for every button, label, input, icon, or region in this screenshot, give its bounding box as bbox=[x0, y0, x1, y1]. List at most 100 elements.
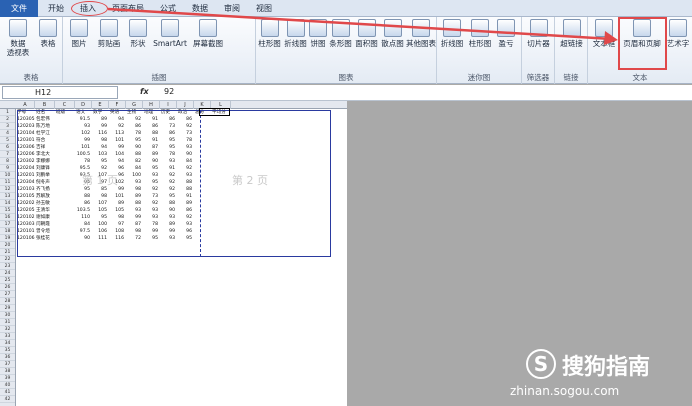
cell[interactable]: 93 bbox=[161, 214, 177, 221]
cell[interactable]: 120201 bbox=[17, 172, 35, 179]
row-header[interactable]: 35 bbox=[0, 347, 15, 354]
row-header[interactable]: 22 bbox=[0, 256, 15, 263]
tab-data[interactable]: 数据 bbox=[192, 3, 208, 14]
row-header[interactable]: 37 bbox=[0, 361, 15, 368]
cell[interactable]: 98 bbox=[93, 193, 109, 200]
cell[interactable]: 120106 bbox=[17, 235, 35, 242]
cell[interactable]: 92 bbox=[110, 123, 126, 130]
row-header[interactable]: 14 bbox=[0, 200, 15, 207]
cell[interactable]: 88 bbox=[161, 200, 177, 207]
row-header[interactable]: 6 bbox=[0, 144, 15, 151]
cell[interactable]: 93 bbox=[127, 179, 143, 186]
row-header[interactable]: 31 bbox=[0, 319, 15, 326]
cell[interactable]: 87 bbox=[144, 144, 160, 151]
row-header[interactable]: 18 bbox=[0, 228, 15, 235]
sparkline-line-button[interactable]: 折线图 bbox=[439, 19, 465, 48]
row-header[interactable]: 41 bbox=[0, 389, 15, 396]
cell[interactable]: 92 bbox=[161, 179, 177, 186]
row-header[interactable]: 38 bbox=[0, 368, 15, 375]
cell[interactable]: 116 bbox=[110, 235, 126, 242]
cell[interactable]: 政治 bbox=[178, 109, 194, 116]
column-chart-button[interactable]: 柱形图 bbox=[257, 19, 282, 48]
cell[interactable]: 82 bbox=[127, 158, 143, 165]
cell[interactable]: 86 bbox=[144, 123, 160, 130]
row-header[interactable]: 4 bbox=[0, 130, 15, 137]
cell[interactable]: 94 bbox=[110, 158, 126, 165]
cell[interactable]: 李娜娜 bbox=[36, 158, 55, 165]
cell[interactable]: 符合 bbox=[36, 137, 55, 144]
cell[interactable]: 84 bbox=[127, 165, 143, 172]
row-header[interactable]: 9 bbox=[0, 165, 15, 172]
row-header[interactable]: 7 bbox=[0, 151, 15, 158]
cell[interactable]: 100.5 bbox=[76, 151, 92, 158]
column-header[interactable]: D bbox=[75, 101, 92, 109]
cell[interactable]: 84 bbox=[178, 158, 194, 165]
cell[interactable]: 吉祥 bbox=[36, 144, 55, 151]
other-charts-button[interactable]: 其他图表 bbox=[406, 19, 436, 48]
cell[interactable]: 78 bbox=[161, 151, 177, 158]
cell[interactable]: 101 bbox=[76, 144, 92, 151]
row-header[interactable]: 33 bbox=[0, 333, 15, 340]
cell[interactable]: 97 bbox=[110, 221, 126, 228]
cell[interactable]: 94 bbox=[110, 116, 126, 123]
cell[interactable]: 98 bbox=[127, 186, 143, 193]
picture-button[interactable]: 图片 bbox=[67, 19, 91, 48]
hyperlink-button[interactable]: 超链接 bbox=[557, 19, 586, 48]
row-header[interactable]: 3 bbox=[0, 123, 15, 130]
row-header[interactable]: 36 bbox=[0, 354, 15, 361]
cell[interactable]: 90 bbox=[127, 144, 143, 151]
tab-view[interactable]: 视图 bbox=[256, 3, 272, 14]
cell[interactable]: 102 bbox=[76, 130, 92, 137]
cell[interactable]: 89 bbox=[178, 200, 194, 207]
cell[interactable]: 86 bbox=[127, 123, 143, 130]
cell[interactable]: 86 bbox=[178, 207, 194, 214]
cell[interactable]: 语文 bbox=[76, 109, 92, 116]
clipart-button[interactable]: 剪贴画 bbox=[93, 19, 125, 48]
column-header[interactable]: C bbox=[55, 101, 75, 109]
row-header[interactable]: 13 bbox=[0, 193, 15, 200]
selected-cell[interactable] bbox=[199, 108, 230, 116]
cell[interactable]: 94 bbox=[93, 144, 109, 151]
cell[interactable]: 90 bbox=[161, 207, 177, 214]
column-header[interactable]: H bbox=[143, 101, 160, 109]
cell[interactable]: 历史 bbox=[161, 109, 177, 116]
smartart-button[interactable]: SmartArt bbox=[152, 19, 188, 48]
cell[interactable]: 99 bbox=[127, 214, 143, 221]
cell[interactable]: 107 bbox=[93, 200, 109, 207]
column-header[interactable]: J bbox=[177, 101, 194, 109]
cell[interactable]: 120306 bbox=[17, 144, 35, 151]
row-header[interactable]: 16 bbox=[0, 214, 15, 221]
cell[interactable]: 92 bbox=[161, 172, 177, 179]
wordart-button[interactable]: 艺术字 bbox=[666, 19, 690, 48]
cell[interactable]: 78 bbox=[76, 158, 92, 165]
cell[interactable]: 120303 bbox=[17, 221, 35, 228]
cell[interactable]: 91 bbox=[161, 165, 177, 172]
cell[interactable]: 92 bbox=[93, 165, 109, 172]
line-chart-button[interactable]: 折线图 bbox=[283, 19, 308, 48]
formula-input[interactable]: 92 bbox=[164, 87, 174, 96]
cell[interactable]: 86 bbox=[76, 200, 92, 207]
cell[interactable]: 92 bbox=[161, 186, 177, 193]
tab-formulas[interactable]: 公式 bbox=[160, 3, 176, 14]
cell[interactable]: 杜学江 bbox=[36, 130, 55, 137]
cell[interactable]: 闫朝霞 bbox=[36, 221, 55, 228]
cell[interactable]: 111 bbox=[93, 235, 109, 242]
cell[interactable]: 93 bbox=[144, 214, 160, 221]
cell[interactable]: 88 bbox=[76, 193, 92, 200]
cell[interactable]: 120104 bbox=[17, 130, 35, 137]
cell[interactable]: 86 bbox=[161, 116, 177, 123]
cell[interactable]: 89 bbox=[127, 193, 143, 200]
cell[interactable]: 地理 bbox=[144, 109, 160, 116]
column-header[interactable]: F bbox=[109, 101, 126, 109]
row-header[interactable]: 25 bbox=[0, 277, 15, 284]
cell[interactable]: 78 bbox=[144, 221, 160, 228]
cell[interactable]: 101 bbox=[110, 137, 126, 144]
cell[interactable]: 99 bbox=[93, 123, 109, 130]
cell[interactable]: 英语 bbox=[110, 109, 126, 116]
cell[interactable]: 96 bbox=[178, 228, 194, 235]
row-header[interactable]: 8 bbox=[0, 158, 15, 165]
cell[interactable]: 95 bbox=[127, 137, 143, 144]
cell[interactable]: 120206 bbox=[17, 151, 35, 158]
cell[interactable]: 苏解放 bbox=[36, 193, 55, 200]
cell[interactable]: 73 bbox=[178, 130, 194, 137]
